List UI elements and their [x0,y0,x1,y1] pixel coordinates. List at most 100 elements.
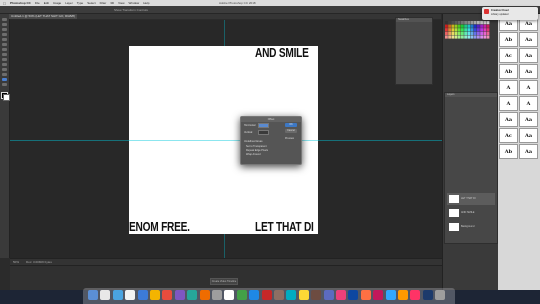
wrap-around-radio[interactable]: Wrap Around [246,153,261,156]
swatch-cell[interactable] [451,35,455,39]
set-transparent-radio[interactable]: Set to Transparent [246,145,267,148]
dock-app-icon[interactable] [162,290,173,300]
dock-app-icon[interactable] [261,290,272,300]
dock-app-icon[interactable] [311,290,322,300]
menu-filter[interactable]: Filter [100,1,107,5]
dock-app-icon[interactable] [398,290,408,300]
swatch-cell[interactable] [451,31,455,35]
swatch-cell[interactable] [470,35,474,39]
swatch-cell[interactable] [445,24,448,28]
app-menu[interactable]: Photoshop CC [10,1,31,5]
dock-app-icon[interactable] [286,290,297,300]
history-brush-tool-icon[interactable] [2,63,7,66]
swatch-cell[interactable] [454,24,458,28]
document-tab[interactable]: Untitled-1 @ 50% (LET THAT SHIT GO, RGB/… [9,14,77,19]
layer-row[interactable]: Background [447,221,495,233]
swatch-cell[interactable] [445,35,448,39]
swatch-cell[interactable] [454,21,458,25]
dock-app-icon[interactable] [274,290,284,300]
swatch-cell[interactable] [461,21,464,25]
swatch-cell[interactable] [470,31,474,35]
swatch-cell[interactable] [457,35,461,39]
font-preview-tile[interactable]: A [499,96,518,111]
dock-app-icon[interactable] [199,290,210,300]
lasso-tool-icon[interactable] [2,28,7,31]
horizontal-guide[interactable] [10,140,442,141]
swatch-cell[interactable] [451,28,455,32]
stamp-tool-icon[interactable] [2,58,7,61]
swatch-cell[interactable] [467,28,471,32]
swatch-cell[interactable] [473,28,477,32]
swatch-cell[interactable] [480,21,483,25]
swatch-cell[interactable] [480,24,483,28]
swatch-cell[interactable] [448,28,451,32]
layers-panel-title[interactable]: Layers [445,93,497,97]
marquee-tool-icon[interactable] [2,23,7,26]
font-preview-tile[interactable]: Aa [499,112,518,127]
font-preview-tile[interactable]: Aa [519,128,538,143]
menu-select[interactable]: Select [87,1,95,5]
swatch-cell[interactable] [461,28,464,32]
crop-tool-icon[interactable] [2,38,7,41]
font-preview-tile[interactable]: Aa [519,144,538,159]
swatch-cell[interactable] [461,31,464,35]
ok-button[interactable]: OK [285,123,297,127]
swatch-cell[interactable] [461,24,464,28]
quick-select-tool-icon[interactable] [2,33,7,36]
font-preview-tile[interactable]: Aa [519,112,538,127]
apple-menu-icon[interactable]:  [3,1,6,6]
background-color-swatch[interactable] [3,94,10,101]
dock-app-icon[interactable] [112,290,123,300]
dock-app-icon[interactable] [137,290,148,300]
dock-app-icon[interactable] [435,290,446,300]
dock-app-icon[interactable] [298,290,309,300]
dock-app-icon[interactable] [224,290,235,300]
swatch-cell[interactable] [483,24,487,28]
zoom-level[interactable]: 50% [13,260,19,264]
dock-app-icon[interactable] [88,290,98,300]
swatch-cell[interactable] [451,21,455,25]
swatch-cell[interactable] [467,21,471,25]
menu-3d[interactable]: 3D [110,1,114,5]
move-tool-icon[interactable] [2,18,7,21]
swatch-cell[interactable] [473,21,477,25]
swatch-cell[interactable] [461,35,464,39]
dock-app-icon[interactable] [348,290,359,300]
swatch-cell[interactable] [483,31,487,35]
font-preview-tile[interactable]: A [519,80,538,95]
menu-window[interactable]: Window [129,1,140,5]
swatch-cell[interactable] [486,35,490,39]
type-tool-icon[interactable] [2,78,7,81]
horizontal-input[interactable] [258,123,269,128]
swatch-cell[interactable] [480,28,483,32]
dock-app-icon[interactable] [385,290,396,300]
font-preview-tile[interactable]: Ab [499,144,518,159]
dock-app-icon[interactable] [100,290,111,300]
menu-help[interactable]: Help [143,1,149,5]
dock-app-icon[interactable] [360,290,371,300]
font-preview-tile[interactable]: Ab [499,32,518,47]
swatch-cell[interactable] [454,35,458,39]
swatch-cell[interactable] [483,28,487,32]
cancel-button[interactable]: Cancel [285,129,297,133]
dock-app-icon[interactable] [174,290,185,300]
swatch-cell[interactable] [464,31,467,35]
swatch-cell[interactable] [464,35,467,39]
swatch-cell[interactable] [470,21,474,25]
font-preview-tile[interactable]: Ac [499,48,518,63]
swatch-cell[interactable] [464,21,467,25]
swatch-cell[interactable] [467,24,471,28]
swatch-cell[interactable] [486,24,490,28]
swatch-cell[interactable] [467,31,471,35]
swatch-cell[interactable] [477,28,480,32]
font-preview-tile[interactable]: A [499,80,518,95]
menu-type[interactable]: Type [77,1,84,5]
swatch-cell[interactable] [464,28,467,32]
swatch-cell[interactable] [445,21,448,25]
swatch-cell[interactable] [464,24,467,28]
dock-app-icon[interactable] [187,290,198,300]
swatch-cell[interactable] [457,24,461,28]
dock-app-icon[interactable] [125,290,136,300]
hand-tool-icon[interactable] [2,83,7,86]
dock-app-icon[interactable] [410,290,421,300]
